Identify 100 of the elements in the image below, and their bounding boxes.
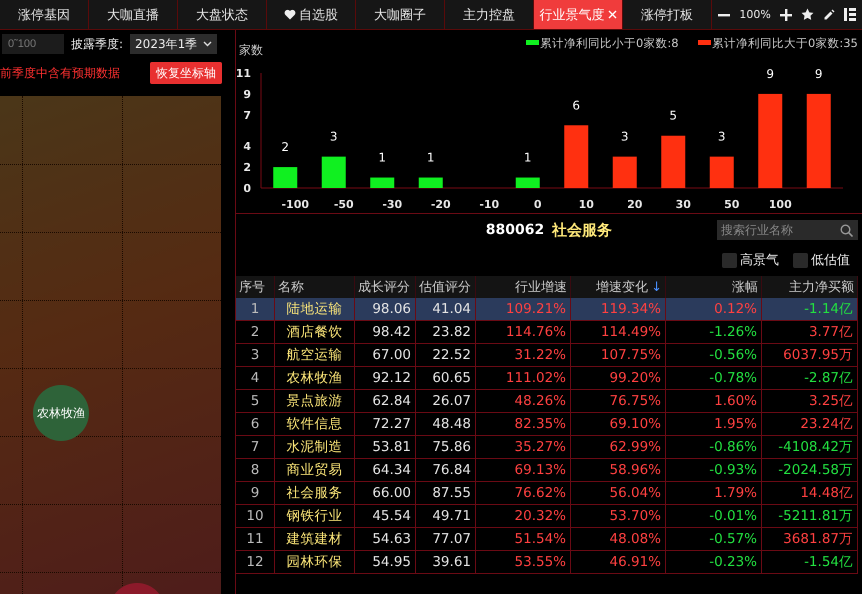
table-cell: 119.34% [571, 298, 666, 321]
table-cell: 56.04% [571, 482, 666, 505]
quarter-label: 披露季度: [71, 36, 124, 52]
axis-tick-label: -10 [479, 198, 500, 211]
column-header[interactable]: 名称 [275, 276, 355, 298]
table-cell: 107.75% [571, 344, 666, 367]
table-cell: 64.34 [355, 459, 416, 482]
checkbox[interactable] [793, 252, 808, 268]
table-cell: 77.07 [416, 528, 476, 551]
close-icon[interactable] [608, 10, 616, 19]
axis-tick-label: 2 [243, 161, 251, 174]
table-cell: 99.20% [571, 367, 666, 390]
column-header[interactable]: 主力净买额 [762, 276, 858, 298]
table-cell: 7 [236, 436, 275, 459]
layout-button[interactable] [844, 8, 856, 21]
axis-tick-label: 9 [243, 88, 251, 101]
table-cell: -1.26% [666, 321, 762, 344]
bar-value-label: 1 [378, 150, 386, 165]
axis-tick-label: -30 [382, 198, 402, 211]
table-cell: 1.60% [666, 390, 762, 413]
table-cell: 87.55 [416, 482, 476, 505]
heart-icon [284, 9, 296, 20]
industry-code: 880062 [486, 222, 544, 238]
table-cell: 48.08% [571, 528, 666, 551]
table-cell: -1.54亿 [762, 551, 858, 574]
table-cell: 76.75% [571, 390, 666, 413]
table-cell: 92.12 [355, 367, 416, 390]
table-cell: -0.57% [666, 528, 762, 551]
layout-icon [844, 8, 856, 21]
column-header[interactable]: 增速变化 ↓ [571, 276, 666, 298]
bar-value-label: 2 [281, 140, 290, 154]
table-cell: 23.24亿 [762, 413, 858, 436]
tab[interactable]: 行业景气度 [534, 0, 623, 29]
axis-tick-label: 30 [676, 198, 691, 211]
table-cell: 农林牧渔 [275, 367, 355, 390]
table-cell: 53.55% [476, 551, 571, 574]
table-cell: 20.32% [476, 505, 571, 528]
filter-checkbox[interactable]: 低估值 [793, 251, 850, 269]
table-cell: 9 [236, 482, 275, 505]
table-cell: 54.95 [355, 551, 416, 574]
chart-bar [516, 178, 540, 188]
table-cell: 园林环保 [275, 551, 355, 574]
bubble[interactable]: 农林牧渔 [33, 385, 89, 441]
reset-axis-button[interactable]: 恢复坐标轴 [150, 62, 222, 84]
search-icon [840, 224, 853, 237]
axis-tick-label: 10 [578, 198, 594, 211]
bar-value-label: 1 [524, 150, 532, 165]
table-cell: -5211.81万 [762, 505, 858, 528]
table-cell: 5 [236, 390, 275, 413]
table-cell: 1.79% [666, 482, 762, 505]
table-cell: 72.27 [355, 413, 416, 436]
checkbox[interactable] [722, 252, 737, 268]
chart-bar [418, 178, 443, 188]
table-cell: 商业贸易 [275, 459, 355, 482]
bar-value-label: 1 [426, 150, 435, 165]
table-cell: 2 [236, 321, 275, 344]
table-cell: 53.81 [355, 436, 416, 459]
industry-name: 社会服务 [552, 220, 612, 240]
quarter-dropdown[interactable]: 2023年1季 [130, 34, 218, 54]
table-cell: 0.12% [666, 298, 762, 321]
star-icon [800, 8, 814, 21]
table-cell: 11 [236, 528, 275, 551]
pencil-icon [822, 8, 835, 20]
column-header[interactable]: 成长评分 [355, 276, 416, 298]
chart-bar [564, 125, 588, 188]
notice-text: 前季度中含有预期数据 [0, 64, 120, 82]
table-cell: 67.00 [355, 344, 416, 367]
table-cell: 1.95% [666, 413, 762, 436]
table-cell: -0.01% [666, 505, 762, 528]
table-cell: 60.65 [416, 367, 476, 390]
axis-tick-label: 100 [768, 198, 792, 211]
table-cell: 航空运输 [275, 344, 355, 367]
table-cell: 114.49% [571, 321, 666, 344]
bar-value-label: 3 [620, 130, 629, 144]
edit-button[interactable] [822, 8, 835, 20]
axis-tick-label: 20 [627, 198, 642, 211]
table-cell: 54.63 [355, 528, 416, 551]
bar-value-label: 3 [330, 130, 338, 144]
table-cell: 75.86 [416, 436, 476, 459]
table-cell: 4 [236, 367, 275, 390]
table-cell: 49.71 [416, 505, 476, 528]
table-cell: 48.26% [476, 390, 571, 413]
table-cell: 62.99% [571, 436, 666, 459]
filter-checkbox[interactable]: 高景气 [722, 251, 779, 269]
table-cell: 钢铁行业 [275, 505, 355, 528]
table-cell: -0.23% [666, 551, 762, 574]
column-header[interactable]: 涨幅 [666, 276, 762, 298]
zoom-in-button[interactable] [780, 8, 792, 20]
search-field[interactable]: 搜索行业名称 [717, 220, 858, 240]
column-header[interactable]: 估值评分 [416, 276, 476, 298]
table-cell: 26.07 [416, 390, 476, 413]
axis-tick-label: 0 [534, 198, 542, 211]
legend-label: 累计净利同比大于0家数:35 [712, 36, 858, 50]
column-header[interactable]: 行业增速 [476, 276, 571, 298]
favorite-button[interactable] [800, 8, 814, 21]
table-cell: 98.06 [355, 298, 416, 321]
column-header[interactable]: 序号 [236, 276, 275, 298]
table-cell: -0.78% [666, 367, 762, 390]
table-cell: 69.10% [571, 413, 666, 436]
range-field[interactable]: 0˜100 [2, 34, 64, 54]
